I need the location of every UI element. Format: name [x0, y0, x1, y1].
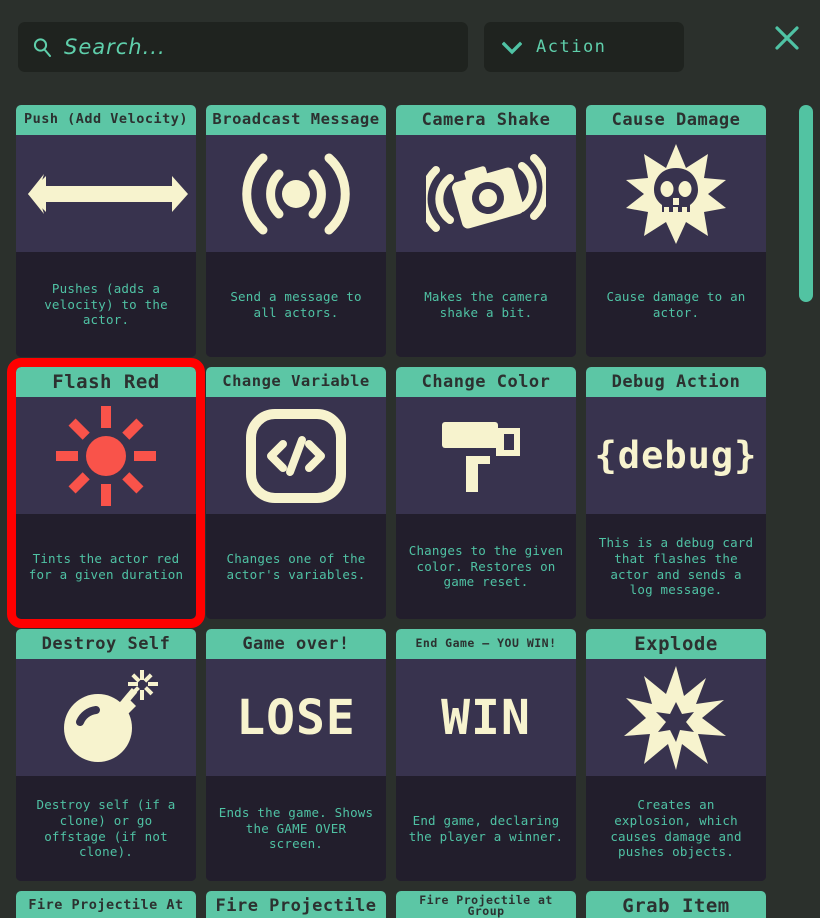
- action-card[interactable]: Flash Red Tints the actor red for a give…: [7, 358, 205, 628]
- card-title: Cause Damage: [586, 105, 766, 135]
- chevron-down-icon: [501, 40, 523, 55]
- action-card[interactable]: Debug Action {debug} This is a debug card …: [586, 367, 766, 619]
- search-input[interactable]: [64, 35, 444, 59]
- action-filter-label: Action: [536, 37, 607, 57]
- card-description: Tints the actor red for a given duration: [16, 514, 196, 619]
- action-card[interactable]: Fire Projectile At: [16, 891, 196, 918]
- card-description: Pushes (adds a velocity) to the actor.: [16, 252, 196, 357]
- card-artwork: [396, 135, 576, 252]
- action-card[interactable]: Camera Shake Makes the camera shake a bi…: [396, 105, 576, 357]
- card-artwork: [16, 659, 196, 776]
- explosion-icon: [624, 665, 728, 770]
- card-title: Debug Action: [586, 367, 766, 397]
- card-title: Camera Shake: [396, 105, 576, 135]
- card-description: Creates an explosion, which causes damag…: [586, 776, 766, 881]
- card-description: Ends the game. Shows the GAME OVER scree…: [206, 776, 386, 881]
- action-card[interactable]: Change Color Changes to the given color.…: [396, 367, 576, 619]
- action-card[interactable]: Explode Creates an explosion, which caus…: [586, 629, 766, 881]
- card-description: Destroy self (if a clone) or go offstage…: [16, 776, 196, 881]
- card-title: Broadcast Message: [206, 105, 386, 135]
- card-artwork: WIN: [396, 659, 576, 776]
- card-artwork: [206, 397, 386, 514]
- card-title: Change Variable: [206, 367, 386, 397]
- lose-text-icon: LOSE: [236, 689, 356, 746]
- action-card[interactable]: Cause Damage Cause damage to an actor.: [586, 105, 766, 357]
- card-artwork: [16, 135, 196, 252]
- action-card[interactable]: Fire Projectile at Group: [396, 891, 576, 918]
- card-title: Destroy Self: [16, 629, 196, 659]
- card-artwork: [396, 397, 576, 514]
- card-description: Changes one of the actor's variables.: [206, 514, 386, 619]
- broadcast-icon: [241, 142, 351, 246]
- card-artwork: [586, 659, 766, 776]
- card-description: This is a debug card that flashes the ac…: [586, 514, 766, 619]
- action-card[interactable]: Grab Item: [586, 891, 766, 918]
- arrow-right-icon: [22, 154, 190, 234]
- card-description: Cause damage to an actor.: [586, 252, 766, 357]
- card-title: Change Color: [396, 367, 576, 397]
- debug-text-icon: {debug}: [594, 434, 758, 477]
- vertical-scrollbar-thumb[interactable]: [799, 105, 813, 302]
- search-icon: [32, 37, 52, 57]
- search-box[interactable]: [18, 22, 468, 72]
- action-card[interactable]: Game over! LOSE Ends the game. Shows the G…: [206, 629, 386, 881]
- code-brackets-icon: [245, 408, 347, 504]
- close-icon: [771, 26, 803, 58]
- card-grid-scroll-area[interactable]: Push (Add Velocity) Pushes (adds a veloc…: [0, 92, 820, 918]
- action-card[interactable]: End Game – YOU WIN! WIN End game, declarin…: [396, 629, 576, 881]
- card-artwork: [206, 135, 386, 252]
- action-card[interactable]: Change Variable Changes one of the actor…: [206, 367, 386, 619]
- card-grid: Push (Add Velocity) Pushes (adds a veloc…: [0, 92, 806, 918]
- bomb-icon: [54, 669, 158, 766]
- card-description: Send a message to all actors.: [206, 252, 386, 357]
- card-artwork: {debug}: [586, 397, 766, 514]
- action-card[interactable]: Destroy Self Destroy self (if a clone) o…: [16, 629, 196, 881]
- card-title: Explode: [586, 629, 766, 659]
- toolbar: Action: [0, 0, 820, 92]
- sun-flash-icon: [54, 404, 158, 508]
- card-title: Fire Projectile At: [16, 891, 196, 918]
- action-card-picker: Action Push (Add Velocity) Pushes (adds …: [0, 0, 820, 918]
- card-title: Fire Projectile at Group: [396, 891, 576, 918]
- camera-shake-icon: [426, 144, 546, 244]
- card-artwork: [16, 397, 196, 514]
- vertical-scrollbar-track[interactable]: [799, 97, 813, 912]
- skull-burst-icon: [624, 142, 728, 246]
- card-title: Fire Projectile: [206, 891, 386, 918]
- paint-roller-icon: [436, 412, 536, 500]
- card-description: Changes to the given color. Restores on …: [396, 514, 576, 619]
- action-card[interactable]: Push (Add Velocity) Pushes (adds a veloc…: [16, 105, 196, 357]
- action-filter-dropdown[interactable]: Action: [484, 22, 684, 72]
- card-title: Grab Item: [586, 891, 766, 918]
- close-button[interactable]: [771, 22, 803, 54]
- win-text-icon: WIN: [441, 689, 531, 746]
- card-description: End game, declaring the player a winner.: [396, 776, 576, 881]
- action-card[interactable]: Fire Projectile: [206, 891, 386, 918]
- action-card[interactable]: Broadcast Message Send a message to all …: [206, 105, 386, 357]
- card-title: Flash Red: [16, 367, 196, 397]
- card-title: Push (Add Velocity): [16, 105, 196, 135]
- card-artwork: LOSE: [206, 659, 386, 776]
- card-title: End Game – YOU WIN!: [396, 629, 576, 659]
- card-artwork: [586, 135, 766, 252]
- card-title: Game over!: [206, 629, 386, 659]
- card-description: Makes the camera shake a bit.: [396, 252, 576, 357]
